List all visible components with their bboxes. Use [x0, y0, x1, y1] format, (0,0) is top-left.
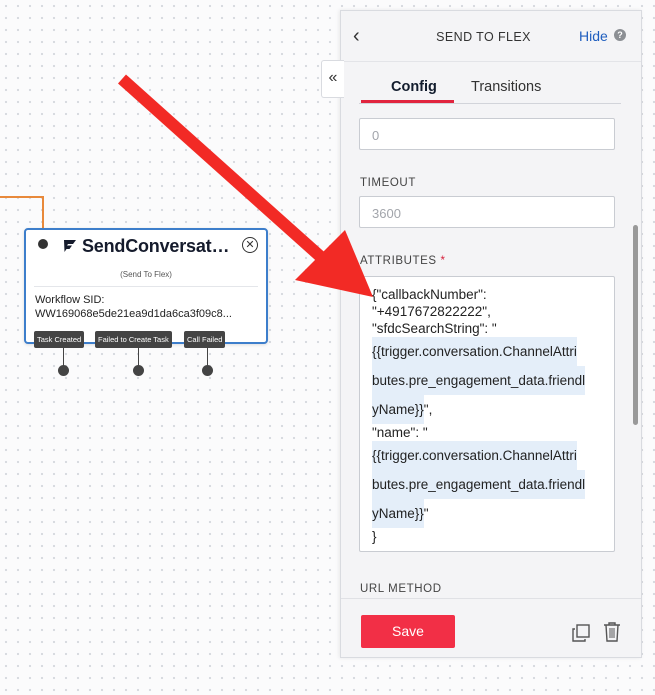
json-line: }: [372, 529, 377, 544]
close-icon[interactable]: ✕: [242, 237, 258, 253]
panel-title: SEND TO FLEX: [436, 30, 531, 44]
widget-config-panel: ‹ SEND TO FLEX Hide ? Config Transitions…: [340, 10, 642, 658]
tab-config[interactable]: Config: [391, 79, 437, 95]
timeout-field[interactable]: 3600: [359, 196, 615, 228]
attributes-json: {"callbackNumber": "+4917672822222", "sf…: [372, 286, 608, 545]
timeout-label: TIMEOUT: [360, 177, 416, 189]
panel-footer: Save: [341, 598, 641, 657]
url-method-label: URL METHOD: [360, 583, 442, 595]
required-marker: *: [440, 255, 446, 267]
panel-scroll-area[interactable]: 0 TIMEOUT 3600 ATTRIBUTES * {"callbackNu…: [341, 106, 641, 598]
transition-line: [138, 348, 139, 366]
flex-logo-icon: [64, 240, 76, 252]
help-icon[interactable]: ?: [614, 29, 626, 41]
panel-tabs: Config Transitions: [359, 73, 621, 104]
transition-handle[interactable]: [133, 365, 144, 376]
json-line: ": [423, 506, 429, 521]
number-field[interactable]: 0: [359, 118, 615, 150]
template-variable: {{trigger.conversation.ChannelAttri: [372, 441, 577, 470]
double-chevron-left-icon[interactable]: «: [321, 60, 344, 98]
template-variable: yName}}: [372, 499, 424, 528]
active-tab-indicator: [361, 100, 454, 103]
hide-link[interactable]: Hide: [579, 28, 608, 44]
workflow-sid-value: WW169068e5de21ea9d1da6ca3f09c8...: [35, 308, 232, 320]
transition-line: [207, 348, 208, 366]
widget-input-handle[interactable]: [38, 239, 48, 249]
transition-failed-to-create-task[interactable]: Failed to Create Task: [95, 331, 172, 348]
attributes-label-text: ATTRIBUTES: [360, 255, 437, 267]
duplicate-icon[interactable]: [571, 623, 591, 643]
transition-call-failed[interactable]: Call Failed: [184, 331, 226, 348]
flow-connector: [0, 196, 44, 198]
number-field-placeholder: 0: [372, 128, 380, 143]
chevron-left-icon[interactable]: ‹: [353, 25, 360, 48]
flow-connector-vertical: [42, 196, 44, 230]
transition-task-created[interactable]: Task Created: [34, 331, 85, 348]
save-button[interactable]: Save: [361, 615, 455, 648]
transition-handle[interactable]: [202, 365, 213, 376]
widget-subtitle: (Send To Flex): [120, 270, 172, 279]
json-line: ",: [423, 402, 433, 417]
template-variable: {{trigger.conversation.ChannelAttri: [372, 337, 577, 366]
transition-handle[interactable]: [58, 365, 69, 376]
send-to-flex-widget[interactable]: SendConversatio... ✕ (Send To Flex) Work…: [24, 228, 268, 344]
template-variable: yName}}: [372, 395, 424, 424]
json-line: "+4917672822222",: [372, 304, 491, 319]
tab-transitions[interactable]: Transitions: [471, 79, 541, 95]
template-variable: butes.pre_engagement_data.friendl: [372, 470, 586, 499]
attributes-textarea[interactable]: {"callbackNumber": "+4917672822222", "sf…: [359, 276, 615, 552]
trash-icon[interactable]: [602, 621, 622, 643]
panel-scrollbar[interactable]: [633, 225, 638, 425]
widget-divider: [34, 286, 258, 287]
json-line: "name": ": [372, 425, 428, 440]
json-line: {"callbackNumber":: [372, 287, 487, 302]
attributes-label: ATTRIBUTES *: [360, 255, 446, 267]
workflow-sid-label: Workflow SID:: [35, 294, 105, 306]
json-line: "sfdcSearchString": ": [372, 321, 497, 336]
template-variable: butes.pre_engagement_data.friendl: [372, 366, 586, 395]
panel-header: ‹ SEND TO FLEX Hide ?: [341, 11, 641, 62]
timeout-placeholder: 3600: [372, 206, 401, 221]
transition-line: [63, 348, 64, 366]
widget-title: SendConversatio...: [82, 236, 232, 256]
